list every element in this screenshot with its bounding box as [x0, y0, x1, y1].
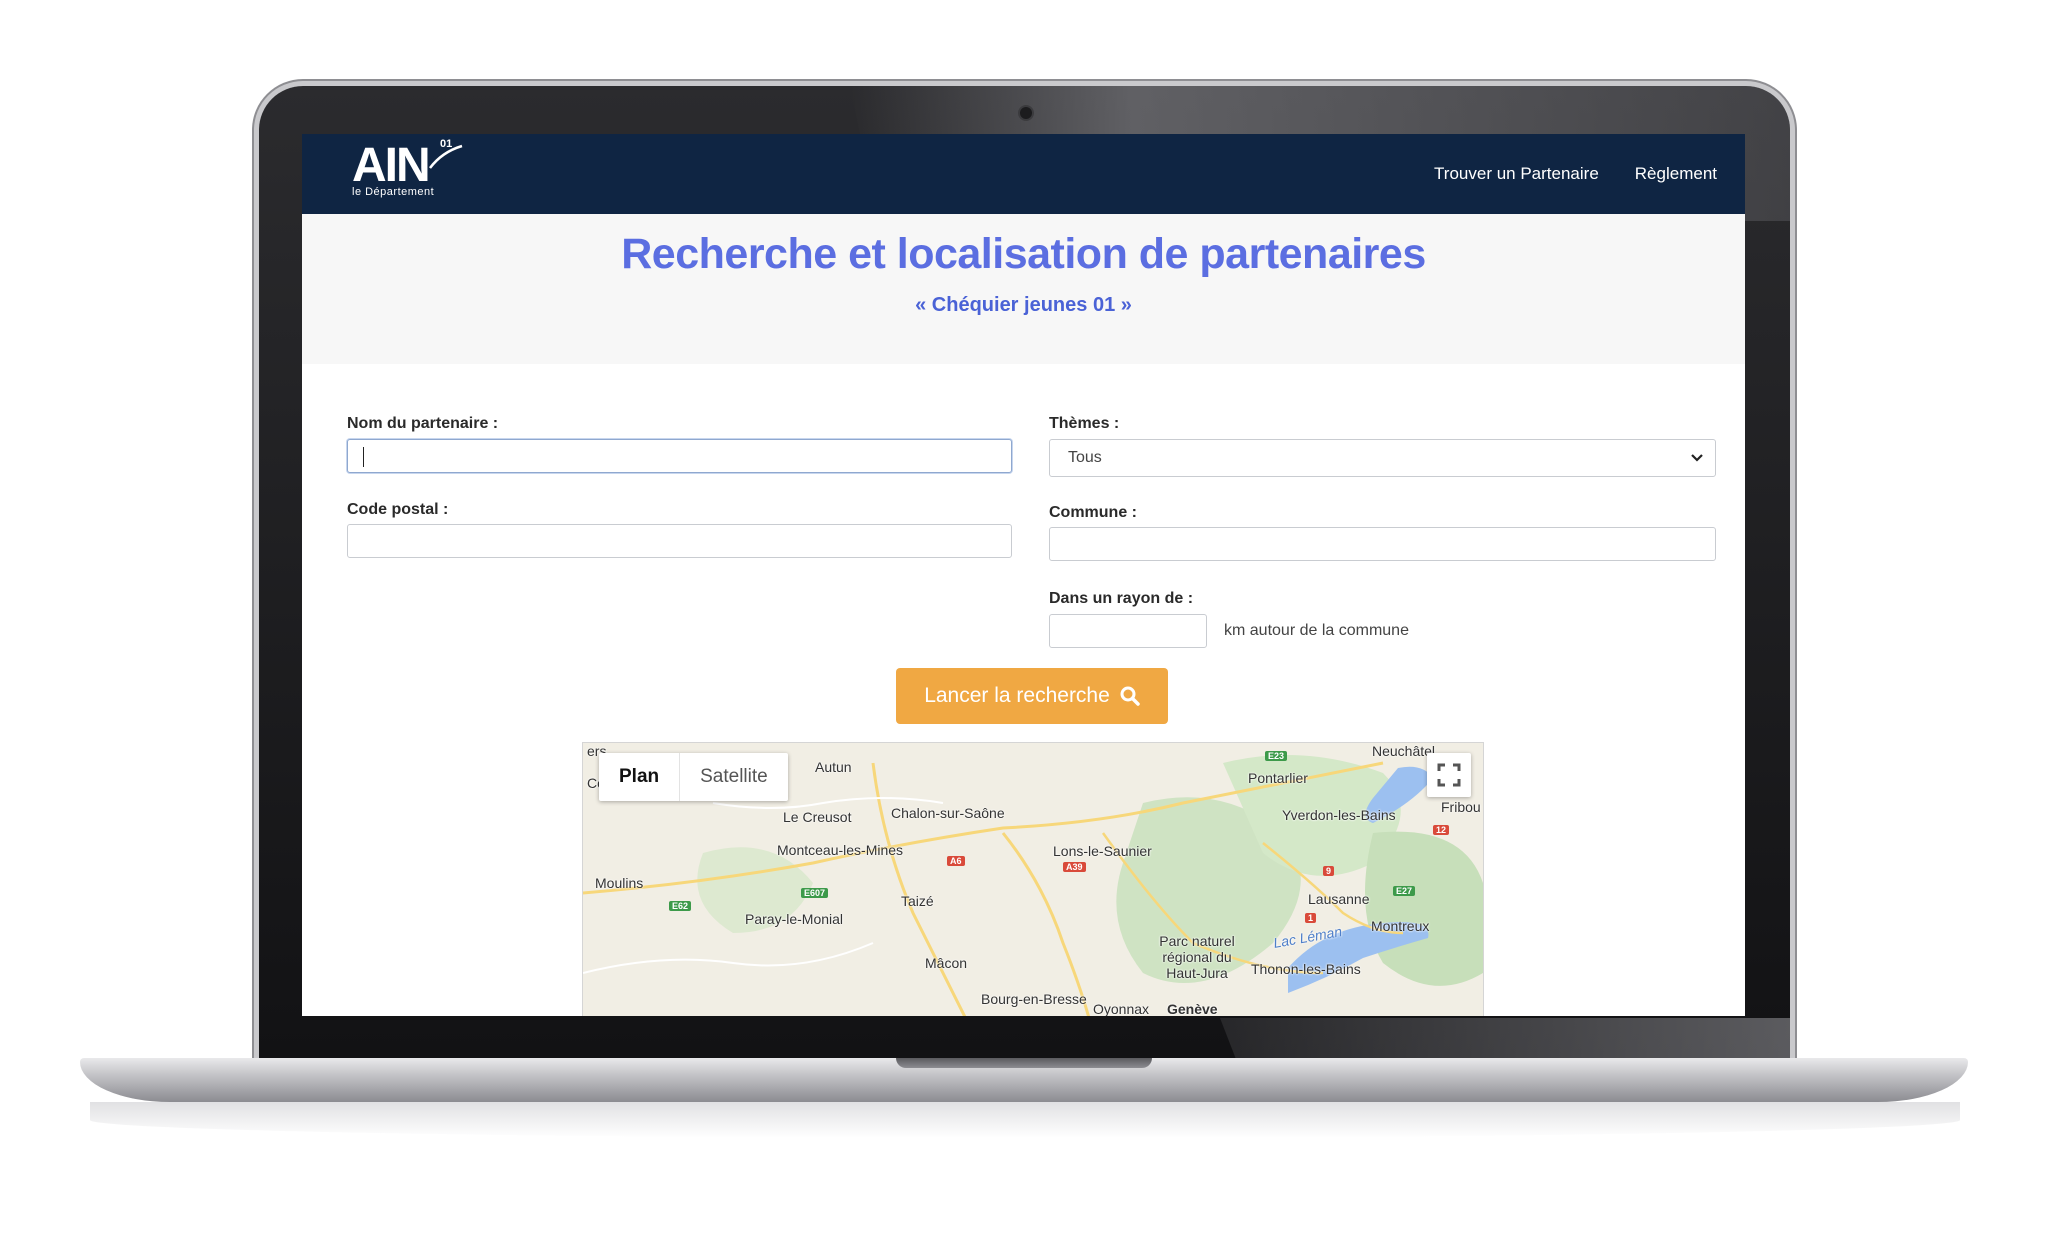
- map-city-label: Moulins: [595, 875, 644, 891]
- map-city-label: Montceau-les-Mines: [777, 842, 904, 858]
- rayon-suffix: km autour de la commune: [1224, 622, 1409, 639]
- nom-partenaire-input[interactable]: [347, 439, 1012, 473]
- map-city-label: Neuchâtel: [1372, 743, 1436, 759]
- route-shield: E62: [669, 901, 692, 911]
- nav-links: Trouver un Partenaire Règlement: [1434, 134, 1717, 214]
- nav-link-trouver-partenaire[interactable]: Trouver un Partenaire: [1434, 164, 1599, 184]
- commune-label: Commune :: [1049, 504, 1137, 521]
- code-postal-input[interactable]: [347, 524, 1012, 558]
- map-city-label: Bourg-en-Bresse: [981, 991, 1087, 1007]
- nav-link-reglement[interactable]: Règlement: [1635, 164, 1717, 184]
- map-city-label: Chalon-sur-Saône: [891, 805, 1005, 821]
- route-shield: 12: [1433, 825, 1450, 835]
- map-type-plan-button[interactable]: Plan: [599, 753, 681, 801]
- map-city-label: Lausanne: [1308, 891, 1370, 907]
- browser-screen: AIN 01 le Département Trouver un Partena…: [302, 134, 1745, 1016]
- lancer-recherche-button[interactable]: Lancer la recherche: [896, 668, 1168, 724]
- map-type-toggle: Plan Satellite: [599, 753, 788, 801]
- base-reflection: [90, 1102, 1960, 1138]
- lid-glare-bottom: [1220, 1018, 1790, 1062]
- search-button-label: Lancer la recherche: [924, 684, 1110, 707]
- route-shield: A6: [947, 856, 965, 866]
- hero-banner: Recherche et localisation de partenaires…: [302, 214, 1745, 364]
- map-city-label: Fribou: [1441, 799, 1481, 815]
- map-park-label: Parc naturel régional du Haut-Jura: [1159, 933, 1235, 981]
- navbar: AIN 01 le Département Trouver un Partena…: [302, 134, 1745, 214]
- map-city-label: Taizé: [901, 893, 934, 909]
- code-postal-label: Code postal :: [347, 501, 449, 518]
- laptop-notch: [896, 1058, 1152, 1068]
- rayon-input[interactable]: [1049, 614, 1207, 648]
- route-shield: E607: [801, 888, 829, 898]
- logo-superscript: 01: [440, 138, 453, 150]
- fullscreen-icon: [1437, 763, 1461, 787]
- themes-select[interactable]: Tous: [1049, 439, 1716, 477]
- map-city-label: Autun: [815, 759, 852, 775]
- map-type-satellite-button[interactable]: Satellite: [680, 753, 788, 801]
- rayon-label: Dans un rayon de :: [1049, 590, 1194, 607]
- chevron-down-icon: [1691, 454, 1703, 462]
- logo-text: AIN: [352, 139, 431, 192]
- camera-icon: [1020, 107, 1032, 119]
- route-shield: 9: [1323, 866, 1335, 876]
- themes-selected-value: Tous: [1068, 449, 1102, 466]
- fullscreen-button[interactable]: [1427, 753, 1471, 797]
- map-city-label: Pontarlier: [1248, 770, 1308, 786]
- page-subtitle: « Chéquier jeunes 01 »: [915, 294, 1132, 316]
- map-city-label: Mâcon: [925, 955, 968, 971]
- map-city-label: Montreux: [1371, 918, 1430, 934]
- route-shield: E27: [1393, 886, 1416, 896]
- route-shield: 1: [1305, 913, 1317, 923]
- commune-input[interactable]: [1049, 527, 1716, 561]
- map-city-label: Oyonnax: [1093, 1001, 1150, 1016]
- map-city-label: Genève: [1167, 1001, 1218, 1016]
- search-icon: [1120, 686, 1140, 706]
- ain-logo[interactable]: AIN 01 le Département: [352, 138, 472, 210]
- map-city-label: Paray-le-Monial: [745, 911, 844, 927]
- route-shield: E23: [1265, 751, 1288, 761]
- map-city-label: Yverdon-les-Bains: [1282, 807, 1396, 823]
- logo-subtitle: le Département: [352, 186, 435, 198]
- text-caret: [363, 447, 364, 467]
- themes-label: Thèmes :: [1049, 415, 1120, 432]
- map-city-label: Lons-le-Saunier: [1053, 843, 1152, 859]
- route-shield: A39: [1063, 862, 1086, 872]
- partner-map[interactable]: ers Co Autun Le Creusot Chalon-sur-Saône…: [582, 742, 1484, 1016]
- page-title: Recherche et localisation de partenaires: [621, 230, 1426, 278]
- map-city-label: Thonon-les-Bains: [1251, 961, 1361, 977]
- map-city-label: Le Creusot: [783, 809, 852, 825]
- nom-partenaire-label: Nom du partenaire :: [347, 415, 499, 432]
